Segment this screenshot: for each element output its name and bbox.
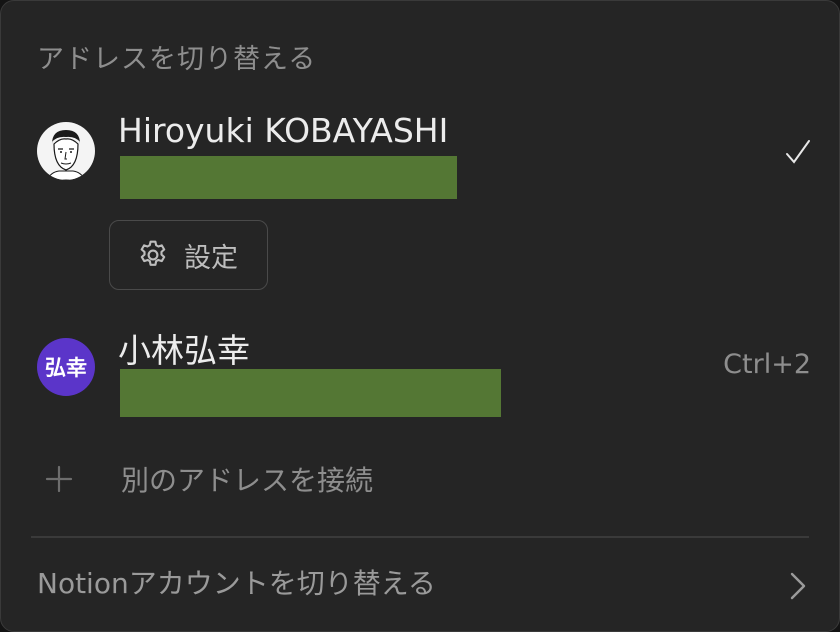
settings-button[interactable]: 設定 (109, 220, 268, 290)
add-address-button[interactable]: 別のアドレスを接続 (37, 457, 373, 501)
account-name[interactable]: 小林弘幸 (118, 324, 250, 372)
add-address-label: 別のアドレスを接続 (121, 464, 374, 497)
switch-notion-account-button[interactable]: Notionアカウントを切り替える (37, 562, 436, 602)
redacted-email (120, 369, 501, 417)
face-icon (46, 130, 86, 180)
keyboard-shortcut: Ctrl+2 (723, 349, 811, 380)
plus-icon (45, 465, 73, 493)
account-name[interactable]: Hiroyuki KOBAYASHI (118, 111, 448, 150)
avatar[interactable] (37, 122, 95, 180)
avatar-initials[interactable]: 弘幸 (37, 338, 95, 396)
check-icon (786, 140, 810, 164)
account-switcher-menu: アドレスを切り替える Hiroyuki KOBAYASHI 設定 弘幸 小林弘幸… (0, 0, 840, 632)
gear-icon (140, 240, 166, 266)
menu-header: アドレスを切り替える (37, 44, 317, 75)
settings-label: 設定 (184, 242, 238, 274)
redacted-email (120, 156, 457, 199)
divider (31, 536, 809, 538)
chevron-right-icon[interactable] (787, 569, 809, 603)
